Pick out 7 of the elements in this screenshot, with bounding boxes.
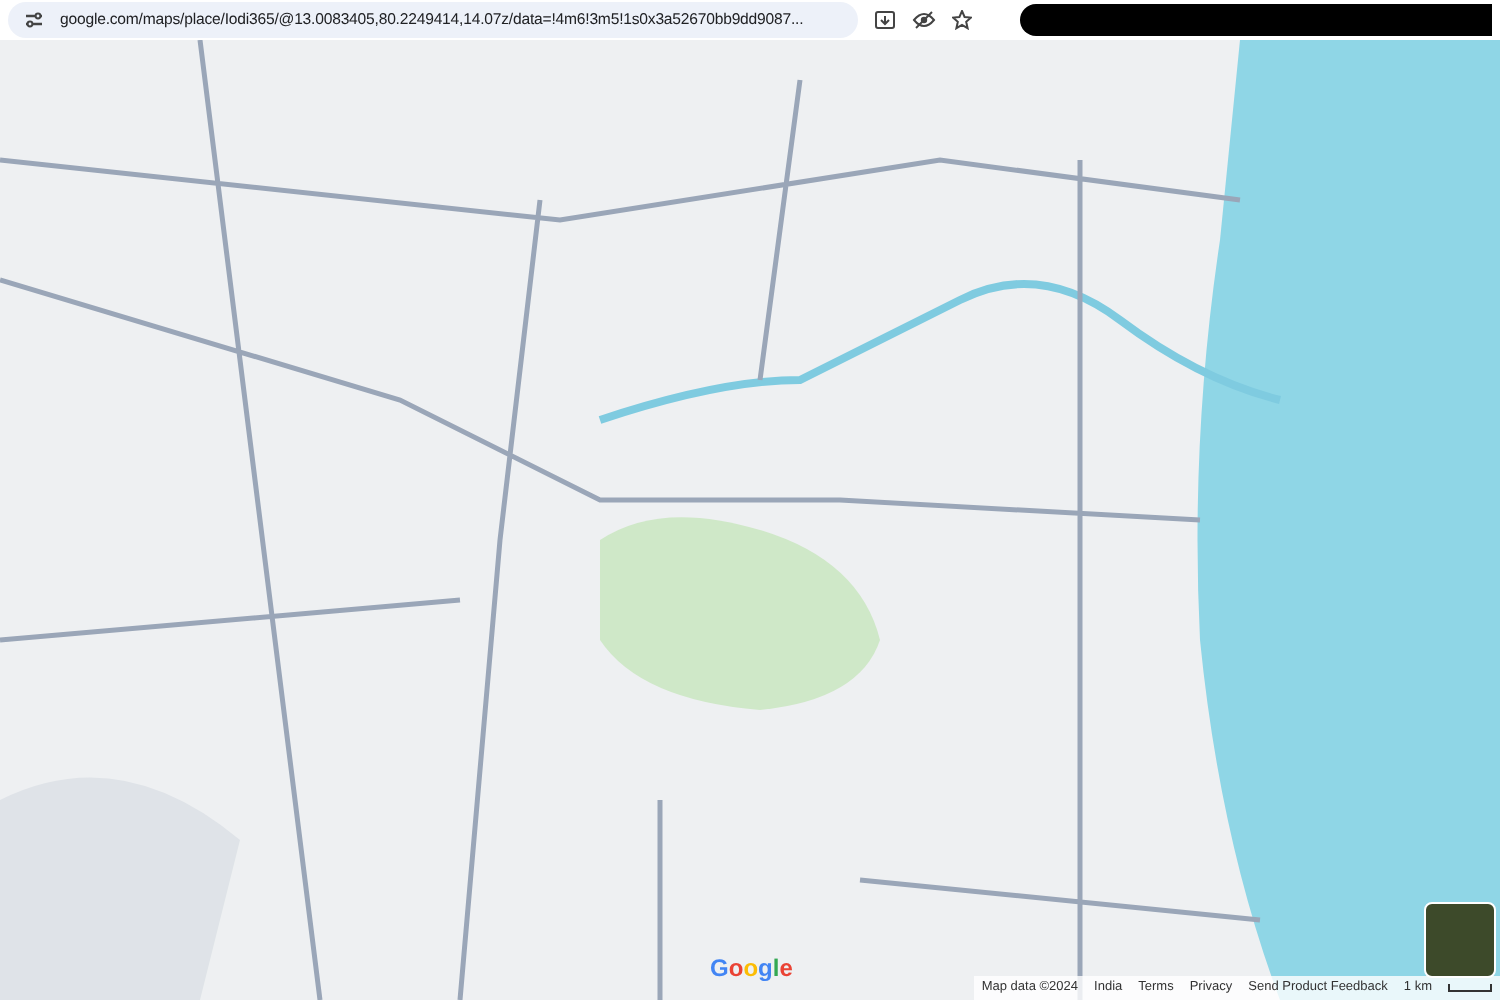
install-app-icon[interactable] — [874, 9, 896, 31]
street-view-photo-placeholder[interactable] — [1424, 902, 1496, 978]
eye-slash-icon[interactable] — [912, 10, 936, 30]
scale-bar — [1448, 984, 1492, 993]
star-icon[interactable] — [952, 10, 972, 30]
google-logo: Google — [710, 952, 793, 986]
site-settings-icon[interactable] — [24, 10, 44, 30]
